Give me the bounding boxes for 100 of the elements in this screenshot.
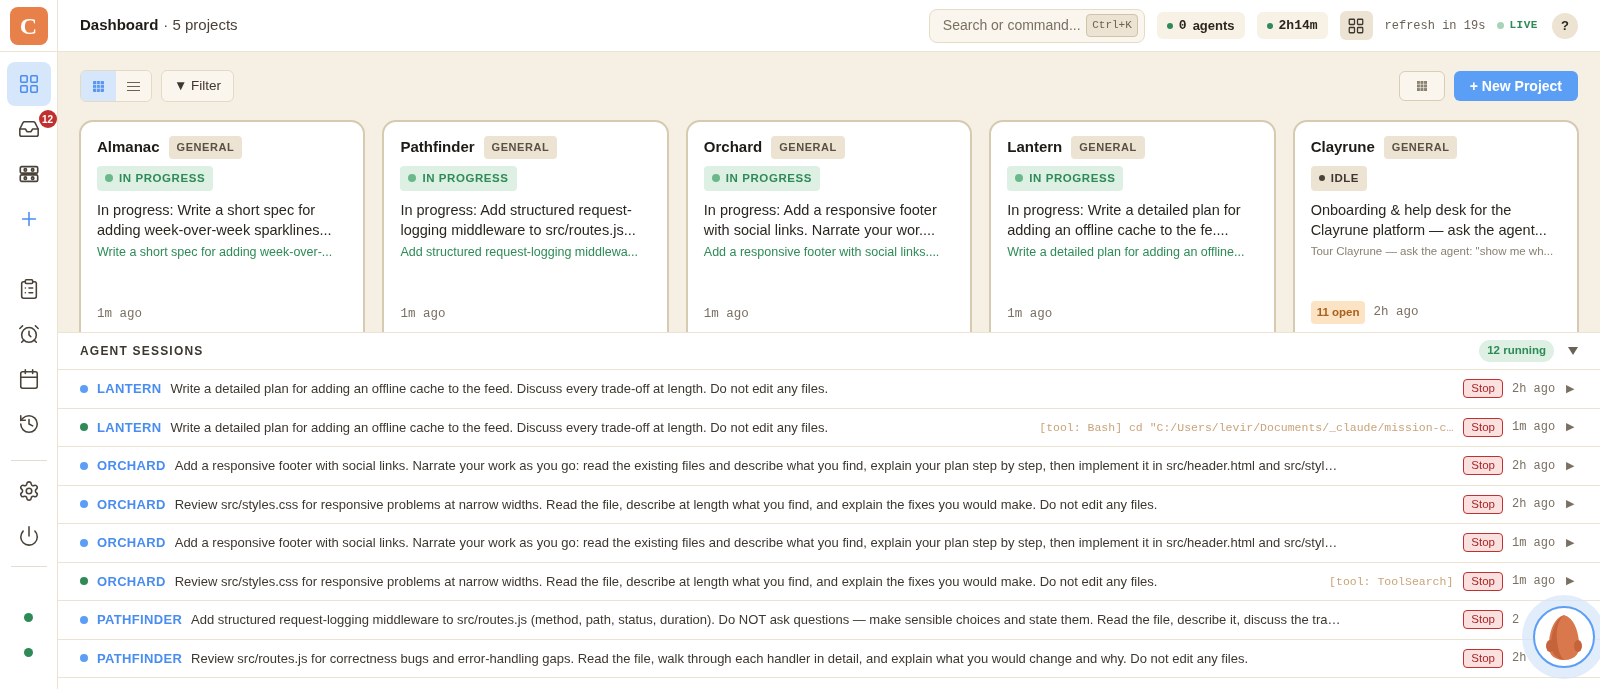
session-prompt: Write a detailed plan for adding an offline cache to the feed. Discuss every trade-off at length. Do not edit any files. [170,380,829,398]
stop-button[interactable]: Stop [1463,648,1503,668]
project-name: Orchard [703,137,763,157]
session-project: ORCHARD [97,534,166,552]
stop-button[interactable]: Stop [1463,494,1503,514]
stop-button[interactable]: Stop [1463,533,1503,553]
grid-icon [93,80,104,92]
session-prompt: Add a responsive footer with social links. Narrate your work as you go: read the existing files and describe what you find, explain your plan step by step, then implement it in src/header.html and src/styl… [174,534,1339,552]
session-time: 2h ago [1512,380,1557,398]
session-prompt: Review src/routes.js for correctness bugs and error-handling gaps. Read the file, walk through each handler in detail, and explain what you would change and why. Do not edit any files. [191,649,1250,668]
expand-arrow[interactable]: ▶ [1566,496,1578,513]
updated-time: 1m ago [97,306,142,324]
session-time: 2h [1512,650,1528,668]
stop-button[interactable]: Stop [1463,417,1503,437]
running-count-badge: 12 running [1479,340,1554,362]
alarm-clock-icon [17,323,40,345]
filter-button[interactable]: ▼ Filter [161,70,235,102]
project-description: In progress: Write a short spec for adding week-over-week sparklines... [97,200,333,240]
power-icon [17,525,40,547]
status-badge: IN PROGRESS [703,165,820,191]
list-view-toggle[interactable] [116,71,151,101]
updated-time: 1m ago [1007,306,1053,324]
project-activity: Add structured request-logging middlewa... [400,243,640,261]
grid-icon [17,73,40,95]
status-badge: IN PROGRESS [400,165,517,191]
session-project: ORCHARD [97,495,166,514]
search-input[interactable]: Search or command... [942,15,1083,36]
updated-time: 2h ago [1373,304,1419,321]
shortcut-key: Ctrl+K [1086,14,1138,37]
project-tag: GENERAL [168,136,243,159]
project-card[interactable]: Orchard GENERAL IN PROGRESS In progress: Add a responsive footer with social links. Narrate your wor.... Add a responsive footer with social links.... 1m ago [685,120,973,332]
project-description: In progress: Add a responsive footer with social links. Narrate your wor.... [703,200,938,240]
project-description: In progress: Add structured request-logging middleware to src/routes.js... [400,200,637,240]
project-tag: GENERAL [1071,136,1145,159]
status-badge: IN PROGRESS [1007,165,1124,191]
project-activity: Write a detailed plan for adding an offline... [1007,243,1246,261]
expand-arrow[interactable]: ▶ [1566,573,1578,590]
project-description: In progress: Write a detailed plan for adding an offline cache to the fe.... [1007,200,1242,240]
updated-time: 1m ago [400,306,446,324]
grid-icon [1347,16,1366,35]
stop-button[interactable]: Stop [1463,571,1503,591]
compact-view-button[interactable] [1398,71,1445,101]
project-tag: GENERAL [771,136,845,159]
help-button[interactable]: ? [1552,12,1578,39]
stop-button[interactable]: Stop [1463,456,1503,476]
agents-count: 0 [1178,16,1187,35]
section-title: AGENT SESSIONS [80,343,204,360]
session-time: 1m ago [1512,419,1557,437]
session-time: 2h ago [1512,496,1557,514]
expand-arrow[interactable]: ▶ [1566,534,1578,551]
project-activity: Write a short spec for adding week-over-... [97,243,334,261]
project-description: Onboarding & help desk for the Clayrune platform — ask the agent... [1310,200,1548,240]
session-time: 1m ago [1512,534,1557,552]
expand-arrow[interactable]: ▶ [1566,457,1578,474]
project-tag: GENERAL [483,136,558,159]
collapse-caret-icon[interactable] [1568,347,1578,355]
session-prompt: Review src/styles.css for responsive problems at narrow widths. Read the file, describe at length what you find, and explain the fixes you would make. Do not edit any files. [174,572,1159,591]
history-icon [17,413,40,435]
project-card[interactable]: Clayrune GENERAL IDLE Onboarding & help desk for the Clayrune platform — ask the agent... Tour Clayrune — ask the agent: "show me wh... 11 open 2h ago [1292,120,1580,332]
session-project: LANTERN [97,380,162,398]
project-card[interactable]: Pathfinder GENERAL IN PROGRESS In progress: Add structured request-logging middleware to src/routes.js... Add structured request-logging middlewa... 1m ago [382,120,669,332]
project-activity: Tour Clayrune — ask the agent: "show me wh... [1310,243,1555,259]
project-activity: Add a responsive footer with social links.... [703,243,941,261]
project-name: Clayrune [1310,137,1375,157]
session-time: 1m ago [1512,573,1557,591]
stop-button[interactable]: Stop [1463,379,1503,399]
expand-arrow[interactable]: ▶ [1566,419,1578,436]
session-project: LANTERN [97,418,162,437]
status-badge: IDLE [1310,165,1368,191]
session-time: 2h ago [1512,457,1557,475]
session-project: ORCHARD [97,572,166,591]
project-card[interactable]: Lantern GENERAL IN PROGRESS In progress: Write a detailed plan for adding an offline cache to the fe.... Write a detailed plan for adding an offline... 1m ago [989,120,1276,332]
agents-label: agents [1192,16,1235,35]
search-field[interactable]: Search or command... Ctrl+K [928,8,1145,43]
project-name: Almanac [97,137,160,157]
uptime-value: 2h14m [1278,16,1318,35]
session-prompt: Review src/styles.css for responsive problems at narrow widths. Read the file, describe at length what you find, and explain the fixes you would make. Do not edit any files. [174,495,1159,514]
page-title: Dashboard [80,15,159,36]
grid-icon [1416,81,1427,91]
session-tool-activity: [tool: ToolSearch] [1329,573,1454,590]
list-icon [127,80,140,92]
session-project: PATHFINDER [97,611,183,629]
expand-arrow[interactable]: ▶ [1566,380,1578,397]
project-card[interactable]: Almanac GENERAL IN PROGRESS In progress: Write a short spec for adding week-over-week sparklines... Write a short spec for adding week-over-... 1m ago [79,120,366,332]
project-name: Lantern [1007,137,1063,157]
grid-view-toggle[interactable] [81,71,116,101]
session-prompt: Add structured request-logging middleware to src/routes.js (method, path, status, duration). Do NOT ask questions — make sensible choices and state them. Read the file, describe it, discuss the tra… [191,611,1342,629]
project-tag: GENERAL [1383,136,1458,159]
session-prompt: Add a responsive footer with social links. Narrate your work as you go: read the existing files and describe what you find, explain your plan step by step, then implement it in src/header.html and src/styl… [174,457,1339,475]
session-project: PATHFINDER [97,649,183,668]
calendar-icon [17,368,40,390]
live-indicator: LIVE [1509,18,1538,34]
stop-button[interactable]: Stop [1463,610,1503,630]
session-prompt: Write a detailed plan for adding an offline cache to the feed. Discuss every trade-off at length. Do not edit any files. [170,418,829,437]
inbox-icon [17,118,40,140]
layout-button[interactable] [1339,11,1373,40]
project-count: · 5 projects [163,15,238,36]
board-icon [17,163,40,185]
unread-badge: 12 [38,110,57,128]
session-project: ORCHARD [97,457,166,475]
